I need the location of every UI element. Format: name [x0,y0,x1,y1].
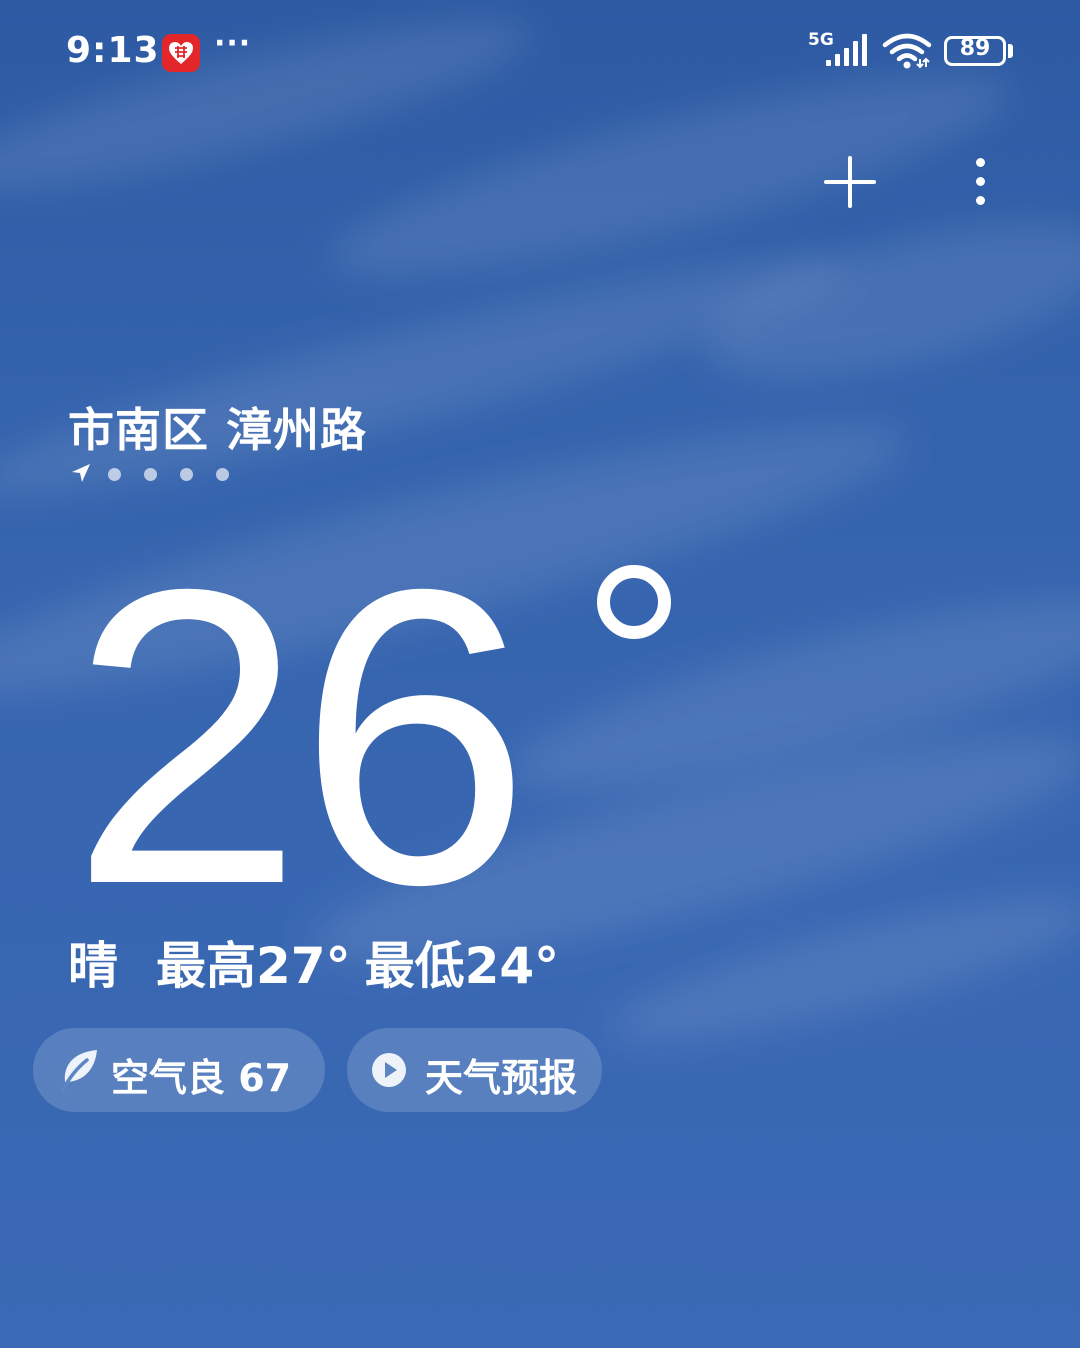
more-options-button[interactable] [956,150,1006,214]
leaf-icon [61,1050,97,1092]
battery-cap [1008,44,1013,58]
current-temperature: 26 [70,503,531,972]
air-quality-label: 空气良 67 [111,1056,292,1100]
degree-symbol [597,565,671,639]
page-dot [216,468,229,481]
air-quality-button[interactable]: 空气良 67 [33,1028,325,1112]
more-vertical-icon [976,158,985,167]
cellular-signal-icon: 5G [808,30,872,68]
shopping-app-notification-icon [162,34,200,72]
city-page-indicator [68,462,268,486]
status-time: 9:13 [66,30,160,71]
cloud-wisp [496,563,1080,827]
weather-forecast-label: 天气预报 [425,1056,578,1100]
wifi-icon [882,33,932,69]
battery-icon: 89 [944,36,1006,66]
more-vertical-icon [976,196,985,205]
more-vertical-icon [976,177,985,186]
temperature-high: 最高27° [156,937,351,995]
add-city-button[interactable] [818,150,882,214]
cloud-wisp [691,190,1080,410]
temperature-low: 最低24° [364,937,560,995]
location-name[interactable]: 市南区 漳州路 [68,394,367,460]
cloud-wisp [597,870,1080,1070]
page-dot [144,468,157,481]
more-notifications-icon: ··· [214,26,252,61]
play-circle-icon [372,1053,406,1087]
battery-level: 89 [959,36,991,61]
weather-summary: 晴最高27° 最低24° [68,926,559,998]
page-dot [180,468,193,481]
weather-condition: 晴 [68,937,118,995]
status-bar: 9:13 ··· 5G 89 [0,0,1080,100]
page-dot [108,468,121,481]
location-arrow-icon [72,464,90,482]
weather-forecast-button[interactable]: 天气预报 [347,1028,602,1112]
